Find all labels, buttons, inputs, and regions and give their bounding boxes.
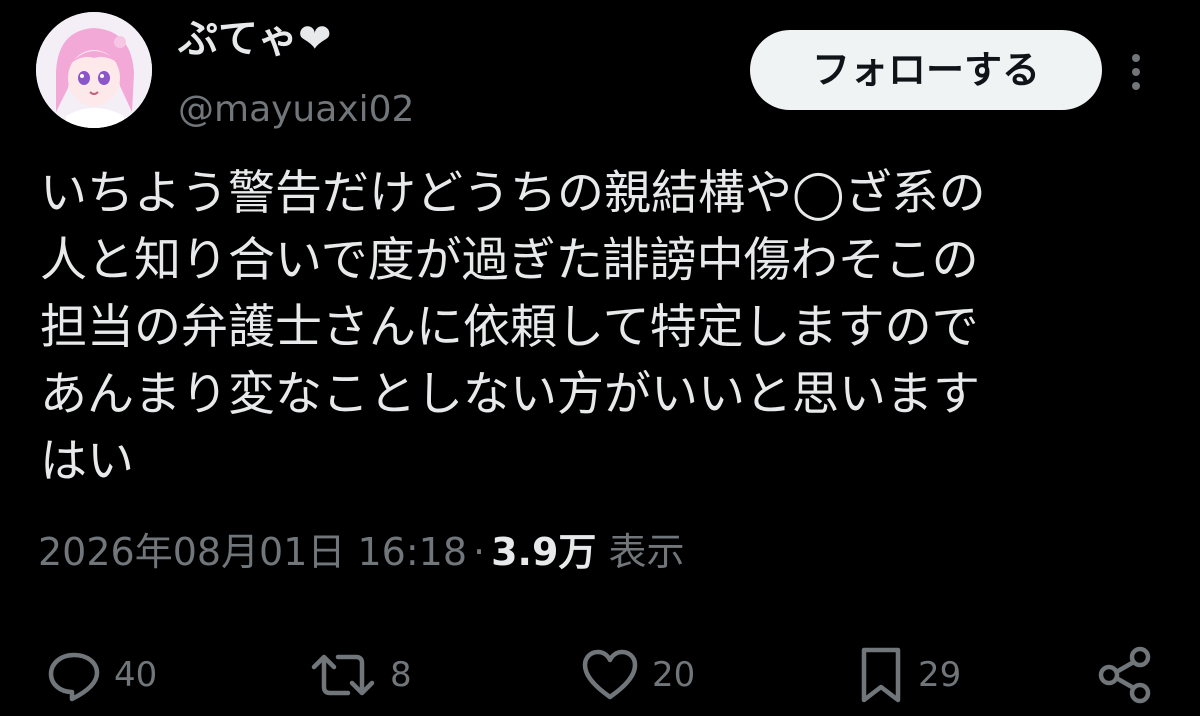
bookmark-icon xyxy=(861,647,901,703)
tweet-meta: 2026年08月01日 16:18 · 3.9万 表示 xyxy=(38,526,685,578)
bookmark-count: 29 xyxy=(918,655,962,695)
like-count: 20 xyxy=(652,655,696,695)
reply-count: 40 xyxy=(114,655,158,695)
retweet-button[interactable]: 8 xyxy=(308,640,412,710)
reply-icon xyxy=(48,652,100,702)
display-name[interactable]: ぷてゃ❤ xyxy=(178,14,332,64)
views-label: 表示 xyxy=(608,530,685,574)
share-button[interactable] xyxy=(1094,640,1156,710)
follow-button[interactable]: フォローする xyxy=(750,30,1102,110)
avatar[interactable] xyxy=(36,12,152,128)
retweet-icon xyxy=(311,654,375,696)
tweet-text: いちよう警告だけどうちの親結構や◯ざ系の 人と知り合いで度が過ぎた誹謗中傷わそこ… xyxy=(40,166,986,489)
views-count: 3.9万 xyxy=(491,530,597,574)
like-button[interactable]: 20 xyxy=(580,640,695,710)
heart-icon xyxy=(582,649,638,700)
timestamp[interactable]: 2026年08月01日 16:18 xyxy=(38,530,467,574)
avatar-image xyxy=(36,12,152,128)
retweet-count: 8 xyxy=(390,655,412,695)
reply-button[interactable]: 40 xyxy=(46,640,157,710)
share-icon xyxy=(1098,646,1151,704)
user-handle[interactable]: @mayuaxi02 xyxy=(178,88,414,132)
more-options-icon[interactable] xyxy=(1124,50,1148,94)
bookmark-button[interactable]: 29 xyxy=(856,640,961,710)
meta-separator: · xyxy=(473,530,486,574)
